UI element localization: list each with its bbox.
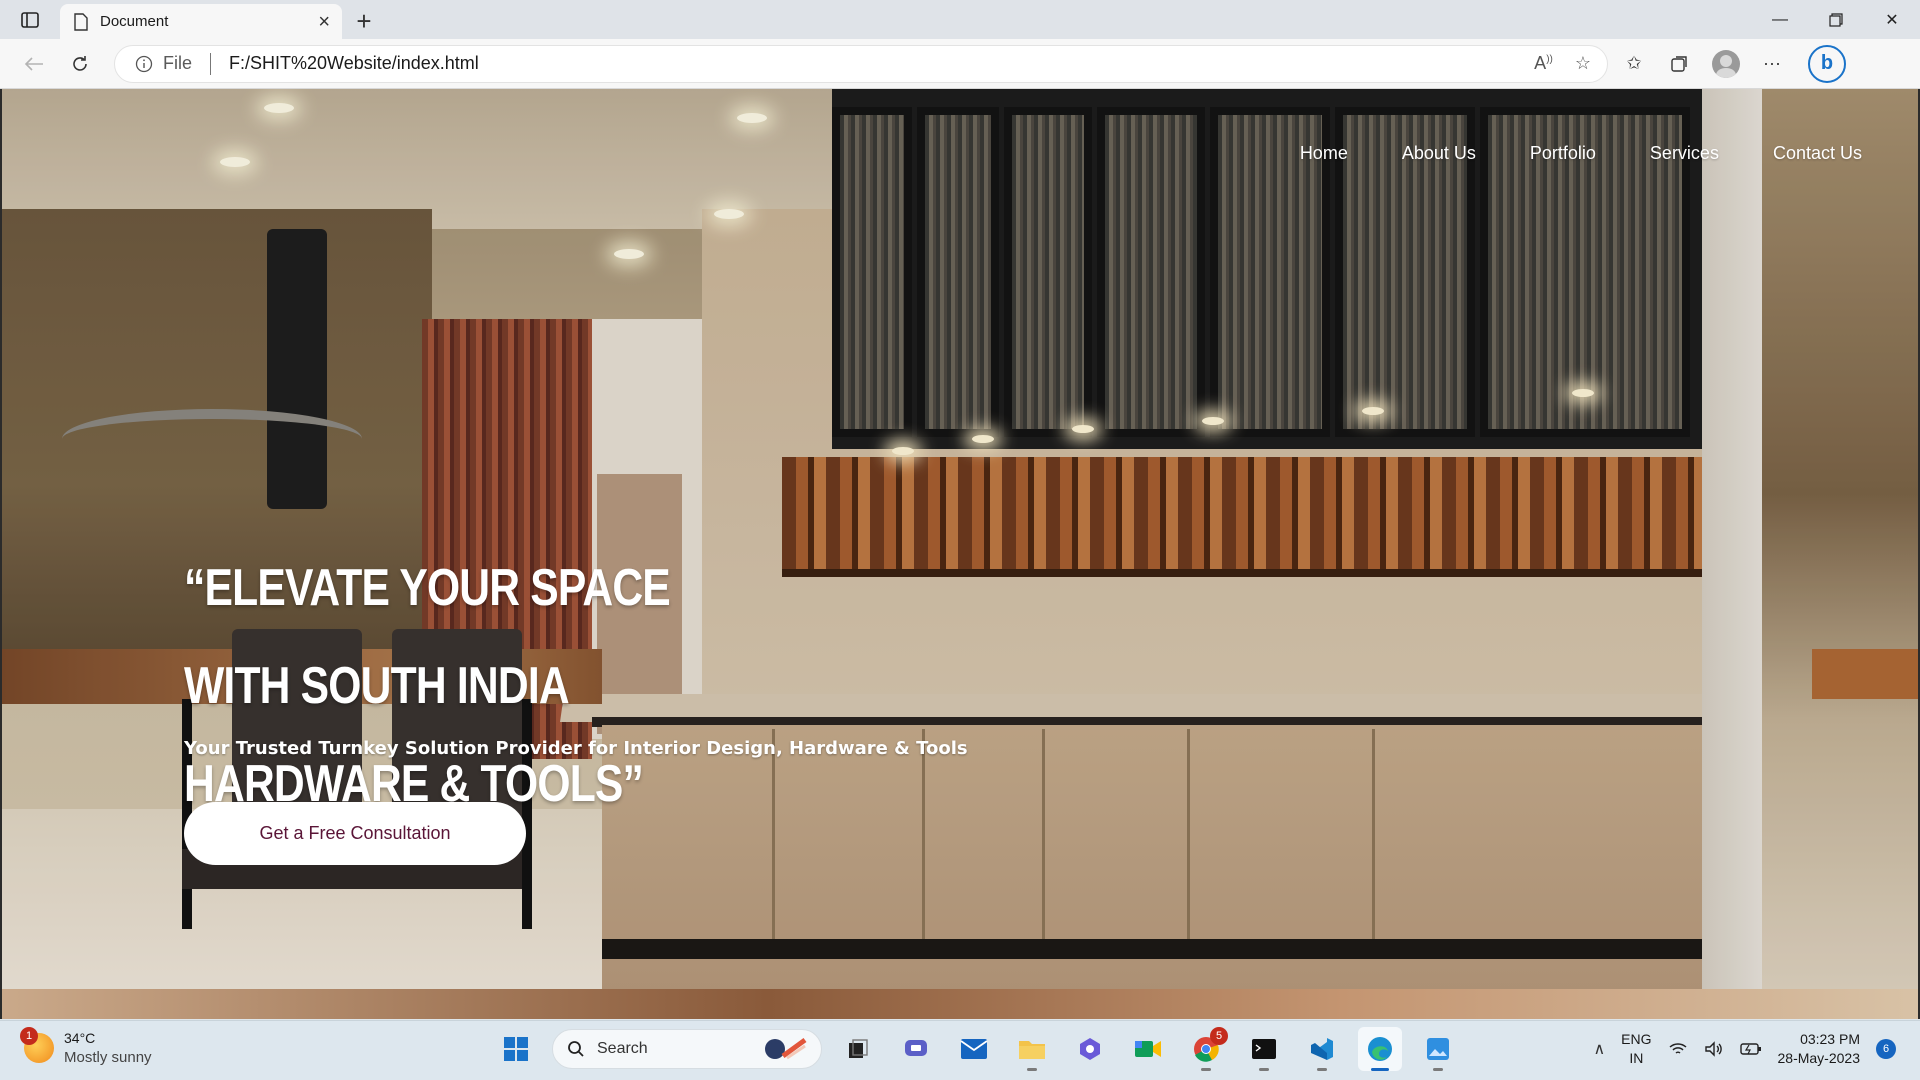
main-nav: Home About Us Portfolio Services Contact… <box>1300 143 1862 164</box>
collections-button[interactable] <box>1660 46 1700 82</box>
browser-tab[interactable]: Document × <box>60 4 342 39</box>
terminal-icon <box>1252 1039 1276 1059</box>
more-options-button[interactable]: ··· <box>1752 46 1792 82</box>
avatar <box>1712 49 1740 78</box>
search-icon <box>568 1041 584 1057</box>
clock-date: 28-May-2023 <box>1777 1050 1861 1066</box>
close-tab-icon[interactable]: × <box>318 12 330 32</box>
photos-icon <box>1427 1038 1449 1060</box>
read-aloud-icon[interactable]: A)) <box>1534 53 1553 74</box>
profile-button[interactable] <box>1706 46 1746 82</box>
back-button[interactable] <box>14 46 54 82</box>
nav-contact-us[interactable]: Contact Us <box>1773 143 1862 164</box>
document-icon <box>74 12 88 31</box>
bing-chat-button[interactable]: b <box>1808 44 1846 83</box>
next-section-image-peek <box>2 989 1918 1019</box>
clock-time: 03:23 PM <box>1800 1031 1860 1047</box>
clock[interactable]: 03:23 PM 28-May-2023 <box>1778 1030 1861 1068</box>
weather-badge: 1 <box>20 1027 38 1045</box>
taskbar-search[interactable]: Search <box>552 1029 822 1069</box>
hero-section: Home About Us Portfolio Services Contact… <box>2 89 1918 989</box>
collections-icon <box>1671 55 1687 72</box>
refresh-icon <box>73 55 87 71</box>
region-code: IN <box>1629 1050 1644 1066</box>
favorites-button[interactable]: ✩ <box>1614 46 1654 82</box>
address-bar[interactable]: File F:/SHIT%20Website/index.html A)) ☆ <box>114 44 1608 83</box>
windows-logo-icon <box>504 1037 528 1061</box>
folder-icon <box>1019 1041 1045 1059</box>
more-icon: ··· <box>1763 53 1781 73</box>
wifi-icon[interactable] <box>1668 1041 1688 1057</box>
page-viewport: Home About Us Portfolio Services Contact… <box>0 89 1920 1019</box>
system-tray: ∧ ENG IN 03:23 PM 28-May-2023 6 <box>1593 1030 1896 1068</box>
favorites-icon: ✩ <box>1626 53 1642 73</box>
battery-icon[interactable] <box>1739 1042 1762 1056</box>
weather-widget[interactable]: 1 34°C Mostly sunny <box>20 1027 152 1067</box>
add-favorite-icon[interactable]: ☆ <box>1575 53 1591 74</box>
restore-button[interactable] <box>1808 0 1864 39</box>
edge-icon <box>1368 1037 1392 1061</box>
tab-actions-icon <box>21 11 39 28</box>
address-separator <box>210 52 212 75</box>
tab-actions-button[interactable] <box>0 0 60 39</box>
search-highlight-icon <box>765 1037 807 1060</box>
vscode-button[interactable] <box>1300 1027 1344 1071</box>
chat-icon <box>905 1040 927 1056</box>
free-consultation-button[interactable]: Get a Free Consultation <box>184 802 526 865</box>
copilot-app-button[interactable] <box>1068 1027 1112 1071</box>
browser-tab-strip: Document × + — ✕ <box>0 0 1920 39</box>
sunny-weather-icon: 1 <box>20 1027 54 1063</box>
chrome-badge: 5 <box>1210 1027 1228 1045</box>
browser-toolbar: File F:/SHIT%20Website/index.html A)) ☆ … <box>0 39 1920 89</box>
nav-home[interactable]: Home <box>1300 143 1348 164</box>
bing-icon: b <box>1820 52 1834 74</box>
video-meet-icon <box>1135 1041 1161 1057</box>
weather-description: Mostly sunny <box>64 1049 152 1066</box>
task-view-icon <box>849 1039 868 1058</box>
nav-services[interactable]: Services <box>1650 143 1719 164</box>
weather-temperature: 34°C <box>64 1030 96 1046</box>
hero-subtitle: Your Trusted Turnkey Solution Provider f… <box>184 738 968 759</box>
teams-chat-button[interactable] <box>894 1027 938 1071</box>
chrome-button[interactable]: 5 <box>1184 1027 1228 1071</box>
language-indicator[interactable]: ENG IN <box>1621 1030 1651 1068</box>
vscode-icon <box>1311 1038 1333 1060</box>
meet-app-button[interactable] <box>1126 1027 1170 1071</box>
mail-icon <box>960 1039 988 1059</box>
refresh-button[interactable] <box>60 46 100 82</box>
photos-button[interactable] <box>1416 1027 1460 1071</box>
notification-count-badge[interactable]: 6 <box>1876 1039 1896 1059</box>
language-code: ENG <box>1621 1031 1652 1047</box>
info-icon[interactable] <box>135 55 153 73</box>
minimize-button[interactable]: — <box>1752 0 1808 39</box>
nav-about-us[interactable]: About Us <box>1402 143 1476 164</box>
taskbar: 1 34°C Mostly sunny Search 5 ∧ ENG IN 03… <box>0 1020 1920 1080</box>
close-window-button[interactable]: ✕ <box>1864 0 1920 39</box>
mail-button[interactable] <box>952 1027 996 1071</box>
url-text[interactable]: F:/SHIT%20Website/index.html <box>229 53 1524 74</box>
tab-title: Document <box>100 13 169 30</box>
start-button[interactable] <box>494 1027 538 1071</box>
hero-title: “ELEVATE YOUR SPACE WITH SOUTH INDIA HAR… <box>184 559 671 813</box>
nav-portfolio[interactable]: Portfolio <box>1530 143 1596 164</box>
edge-button[interactable] <box>1358 1027 1402 1071</box>
new-tab-button[interactable]: + <box>342 4 386 39</box>
terminal-button[interactable] <box>1242 1027 1286 1071</box>
task-view-button[interactable] <box>836 1027 880 1071</box>
volume-icon[interactable] <box>1704 1041 1724 1057</box>
chevron-up-icon[interactable]: ∧ <box>1593 1039 1605 1059</box>
restore-icon <box>1829 12 1843 27</box>
hexagon-app-icon <box>1080 1038 1100 1060</box>
back-arrow-icon <box>24 56 43 71</box>
search-label: Search <box>597 1040 648 1057</box>
address-prefix: File <box>163 53 193 73</box>
file-explorer-button[interactable] <box>1010 1027 1054 1071</box>
